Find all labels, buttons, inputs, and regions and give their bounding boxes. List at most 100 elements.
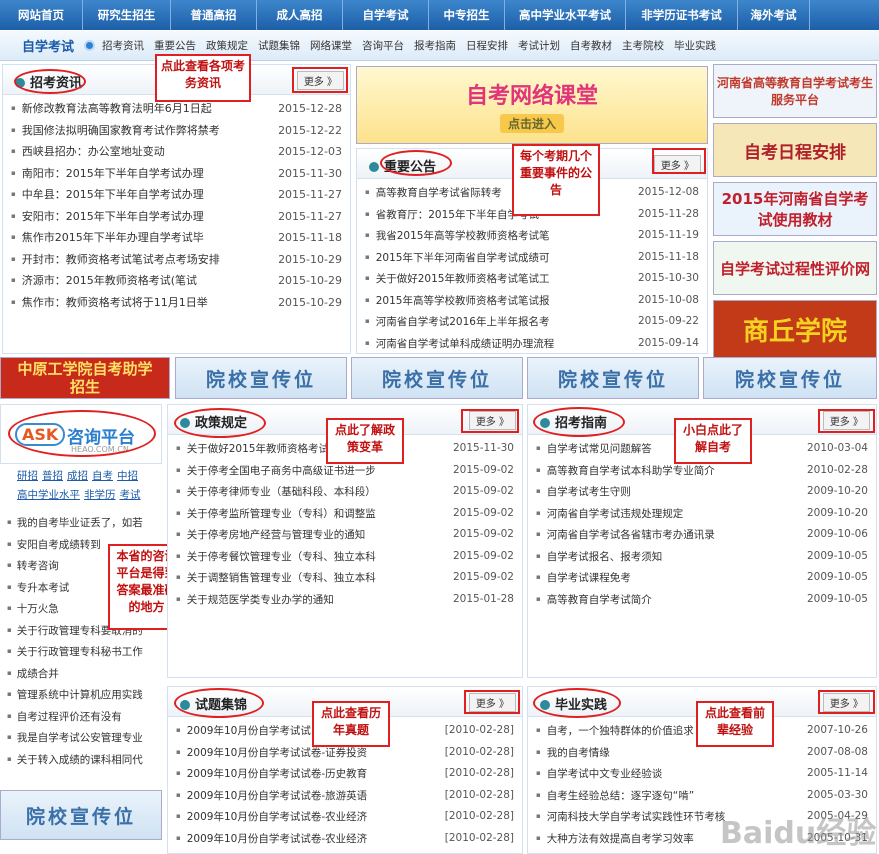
zhinan-row[interactable]: 自学考试考生守则 2009-10-20: [536, 481, 868, 503]
ask-link[interactable]: 普招: [42, 470, 63, 482]
row-title[interactable]: 自学考试课程免考: [536, 567, 801, 589]
row-title[interactable]: 关于停考律师专业（基础科段、本科段）: [176, 481, 447, 503]
ask-link[interactable]: 成招: [67, 470, 88, 482]
row-title[interactable]: 自考生经验总结：逐字逐句“啃”: [536, 785, 801, 807]
subnav-item[interactable]: 毕业实践: [674, 38, 716, 53]
shiti-row[interactable]: 2009年10月份自学考试试卷-农业经济 [2010-02-28]: [176, 806, 514, 828]
topnav-item[interactable]: 非学历证书考试: [626, 0, 738, 30]
ask-row[interactable]: 我是自学考试公安管理专业: [0, 727, 162, 749]
row-title[interactable]: 自学考试报名、报考须知: [536, 546, 801, 568]
shiti-row[interactable]: 2009年10月份自学考试试卷-旅游英语 [2010-02-28]: [176, 785, 514, 807]
row-title[interactable]: 2009年10月份自学考试试卷-证券投资: [176, 742, 439, 764]
subnav-item[interactable]: 咨询平台: [362, 38, 404, 53]
right-ad[interactable]: 自考日程安排: [713, 123, 877, 177]
row-title[interactable]: 高等教育自学考试本科助学专业简介: [536, 460, 801, 482]
subnav-item[interactable]: 重要公告: [154, 38, 196, 53]
topnav-item[interactable]: 研究生招生: [83, 0, 171, 30]
subnav-item[interactable]: 报考指南: [414, 38, 456, 53]
shiti-row[interactable]: 2009年10月份自学考试试卷-历史教育 [2010-02-28]: [176, 763, 514, 785]
zhengce-row[interactable]: 关于停考监所管理专业（专科）和调整监 2015-09-02: [176, 503, 514, 525]
promo-banner[interactable]: 院校宣传位: [527, 357, 699, 399]
row-title[interactable]: 关于调整销售管理专业（专科、独立本科: [176, 567, 447, 589]
topnav-item[interactable]: 自学考试: [343, 0, 429, 30]
row-title[interactable]: 关于做好2015年教师资格考试笔试工: [365, 268, 632, 290]
topnav-item[interactable]: 网站首页: [0, 0, 83, 30]
row-title[interactable]: 2009年10月份自学考试试: [176, 720, 439, 742]
zhengce-row[interactable]: 关于规范医学类专业办学的通知 2015-01-28: [176, 589, 514, 611]
row-title[interactable]: 关于规范医学类专业办学的通知: [176, 589, 447, 611]
row-title[interactable]: 我国修法拟明确国家教育考试作弊将禁考: [11, 120, 272, 142]
zhaokao-row[interactable]: 焦作市：教师资格考试将于11月1日举 2015-10-29: [11, 292, 342, 314]
row-title[interactable]: 关于做好2015年教师资格考试: [176, 438, 447, 460]
subnav-item[interactable]: 自考教材: [570, 38, 612, 53]
row-title[interactable]: 自学考试常见问题解答: [536, 438, 801, 460]
row-title[interactable]: 2015年下半年河南省自学考试成绩可: [365, 247, 632, 269]
ask-link[interactable]: 非学历: [84, 489, 116, 501]
zhaokao-row[interactable]: 西峡县招办：办公室地址变动 2015-12-03: [11, 141, 342, 163]
zhinan-row[interactable]: 高等教育自学考试简介 2009-10-05: [536, 589, 868, 611]
biye-row[interactable]: 自学考试中文专业经验谈 2005-11-14: [536, 763, 868, 785]
zhongyao-row[interactable]: 2015年高等学校教师资格考试笔试报 2015-10-08: [365, 290, 699, 312]
zhongyao-row[interactable]: 关于做好2015年教师资格考试笔试工 2015-10-30: [365, 268, 699, 290]
row-title[interactable]: 安阳市：2015年下半年自学考试办理: [11, 206, 272, 228]
row-title[interactable]: 自学考试中文专业经验谈: [536, 763, 801, 785]
row-title[interactable]: 河南省自学考试单科成绩证明办理流程: [365, 333, 632, 355]
promo-banner[interactable]: 院校宣传位: [703, 357, 877, 399]
subnav-item[interactable]: 主考院校: [622, 38, 664, 53]
zhinan-row[interactable]: 自学考试报名、报考须知 2009-10-05: [536, 546, 868, 568]
row-title[interactable]: 2009年10月份自学考试试卷-历史教育: [176, 763, 439, 785]
right-ad[interactable]: 自学考试过程性评价网: [713, 241, 877, 295]
ask-row[interactable]: 我的自考毕业证丢了，如若: [0, 512, 162, 534]
topnav-item[interactable]: 海外考试: [738, 0, 810, 30]
topnav-item[interactable]: 成人高招: [257, 0, 343, 30]
zhaokao-row[interactable]: 济源市：2015年教师资格考试(笔试 2015-10-29: [11, 270, 342, 292]
subnav-item[interactable]: 招考资讯: [102, 38, 144, 53]
row-title[interactable]: 我省2015年高等学校教师资格考试笔: [365, 225, 632, 247]
ask-row[interactable]: 关于行政管理专科秘书工作: [0, 641, 162, 663]
zhengce-row[interactable]: 关于停考律师专业（基础科段、本科段） 2015-09-02: [176, 481, 514, 503]
row-title[interactable]: 开封市：教师资格考试笔试考点考场安排: [11, 249, 272, 271]
row-title[interactable]: 2009年10月份自学考试试卷-农业经济: [176, 828, 439, 850]
subnav-brand[interactable]: 自学考试: [0, 36, 84, 55]
ask-link[interactable]: 中招: [117, 470, 138, 482]
ask-row[interactable]: 自考过程评价还有没有: [0, 706, 162, 728]
ask-row[interactable]: 成绩合并: [0, 663, 162, 685]
zhaokao-row[interactable]: 南阳市：2015年下半年自学考试办理 2015-11-30: [11, 163, 342, 185]
row-title[interactable]: 河南省自学考试违规处理规定: [536, 503, 801, 525]
row-title[interactable]: 自学考试考生守则: [536, 481, 801, 503]
row-title[interactable]: 南阳市：2015年下半年自学考试办理: [11, 163, 272, 185]
row-title[interactable]: 关于停考监所管理专业（专科）和调整监: [176, 503, 447, 525]
row-title[interactable]: 中牟县：2015年下半年自学考试办理: [11, 184, 272, 206]
row-title[interactable]: 济源市：2015年教师资格考试(笔试: [11, 270, 272, 292]
promo-banner[interactable]: 中原工学院自考助学招生: [0, 357, 170, 399]
zhongyao-row[interactable]: 我省2015年高等学校教师资格考试笔 2015-11-19: [365, 225, 699, 247]
zhongyao-row[interactable]: 河南省自学考试2016年上半年报名考 2015-09-22: [365, 311, 699, 333]
row-title[interactable]: 西峡县招办：办公室地址变动: [11, 141, 272, 163]
topnav-item[interactable]: 普通高招: [171, 0, 257, 30]
zhongyao-row[interactable]: 河南省自学考试单科成绩证明办理流程 2015-09-14: [365, 333, 699, 355]
row-title[interactable]: 高等教育自学考试简介: [536, 589, 801, 611]
row-title[interactable]: 关于停考房地产经营与管理专业的通知: [176, 524, 447, 546]
promo-banner[interactable]: 院校宣传位: [351, 357, 523, 399]
right-ad[interactable]: 河南省高等教育自学考试考生服务平台: [713, 64, 877, 118]
zhaokao-row[interactable]: 开封市：教师资格考试笔试考点考场安排 2015-10-29: [11, 249, 342, 271]
ask-ad[interactable]: 院校宣传位: [0, 790, 162, 840]
row-title[interactable]: 关于停考餐饮管理专业（专科、独立本科: [176, 546, 447, 568]
zhinan-row[interactable]: 河南省自学考试违规处理规定 2009-10-20: [536, 503, 868, 525]
zhinan-row[interactable]: 河南省自学考试各省辖市考办通讯录 2009-10-06: [536, 524, 868, 546]
row-title[interactable]: 关于停考全国电子商务中高级证书进一步: [176, 460, 447, 482]
row-title[interactable]: 焦作市2015年下半年办理自学考试毕: [11, 227, 272, 249]
row-title[interactable]: 2015年高等学校教师资格考试笔试报: [365, 290, 632, 312]
promo-banner[interactable]: 院校宣传位: [175, 357, 347, 399]
online-class-banner[interactable]: 自考网络课堂 点击进入: [356, 66, 708, 144]
zhinan-row[interactable]: 自学考试课程免考 2009-10-05: [536, 567, 868, 589]
ask-link[interactable]: 高中学业水平: [17, 489, 80, 501]
right-ad[interactable]: 商丘学院: [713, 300, 877, 358]
row-title[interactable]: 2009年10月份自学考试试卷-农业经济: [176, 806, 439, 828]
biye-row[interactable]: 自考生经验总结：逐字逐句“啃” 2005-03-30: [536, 785, 868, 807]
row-title[interactable]: 河南省自学考试2016年上半年报名考: [365, 311, 632, 333]
zhengce-row[interactable]: 关于调整销售管理专业（专科、独立本科 2015-09-02: [176, 567, 514, 589]
shiti-row[interactable]: 2009年10月份自学考试试卷-农业经济 [2010-02-28]: [176, 828, 514, 850]
row-title[interactable]: 2009年10月份自学考试试卷-旅游英语: [176, 785, 439, 807]
subnav-item[interactable]: 网络课堂: [310, 38, 352, 53]
